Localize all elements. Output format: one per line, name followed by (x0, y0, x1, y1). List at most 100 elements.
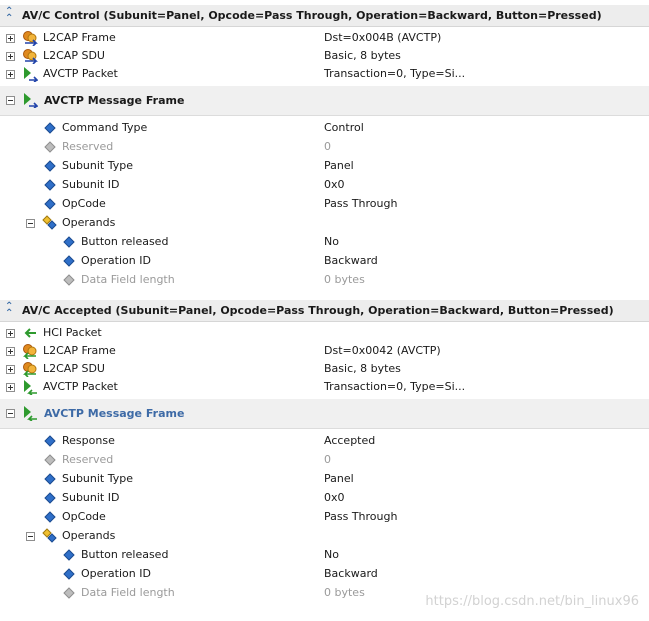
collapse-chevron-icon[interactable]: ⌃ ⌃ (5, 7, 17, 24)
field-value: 0x0 (324, 178, 345, 191)
avctp-frame-icon (24, 406, 37, 421)
operand-row-button-released[interactable]: Button released No (0, 546, 649, 565)
operands-label: Operands (62, 216, 116, 229)
field-row-response[interactable]: Response Accepted (0, 432, 649, 451)
layer-label: L2CAP SDU (43, 49, 105, 62)
field-diamond-icon (44, 160, 56, 172)
layer-label: AVCTP Packet (43, 67, 118, 80)
field-diamond-grey-icon (44, 141, 56, 153)
expand-icon[interactable] (6, 347, 15, 356)
operands-label: Operands (62, 529, 116, 542)
collapse-icon[interactable] (26, 219, 35, 228)
expand-icon[interactable] (6, 365, 15, 374)
packet-title: AV/C Control (Subunit=Panel, Opcode=Pass… (22, 9, 602, 22)
field-diamond-icon (44, 492, 56, 504)
field-diamond-icon (63, 236, 75, 248)
operands-group[interactable]: Operands (0, 527, 649, 546)
layer-value: Basic, 8 bytes (324, 49, 401, 62)
operand-label: Data Field length (81, 273, 175, 286)
operand-row-operation-id[interactable]: Operation ID Backward (0, 565, 649, 584)
field-label: Subunit Type (62, 159, 134, 172)
operand-value: Backward (324, 254, 378, 267)
field-row-subunit-type[interactable]: Subunit Type Panel (0, 157, 649, 176)
operand-row-operation-id[interactable]: Operation ID Backward (0, 252, 649, 271)
collapse-icon[interactable] (6, 409, 15, 418)
layer-value: Transaction=0, Type=Si... (324, 380, 466, 393)
field-label: Subunit ID (62, 491, 120, 504)
hci-packet-icon (24, 328, 36, 338)
field-diamond-icon (63, 549, 75, 561)
field-row-subunit-id[interactable]: Subunit ID 0x0 (0, 176, 649, 195)
field-row-reserved[interactable]: Reserved 0 (0, 138, 649, 157)
tree-row-hci-packet[interactable]: HCI Packet (0, 324, 649, 343)
operand-value: Backward (324, 567, 378, 580)
operands-group[interactable]: Operands (0, 214, 649, 233)
layer-label: L2CAP Frame (43, 344, 116, 357)
collapse-icon[interactable] (6, 96, 15, 105)
packet-header-2[interactable]: ⌃ ⌃ AV/C Accepted (Subunit=Panel, Opcode=… (0, 300, 649, 322)
field-row-subunit-id[interactable]: Subunit ID 0x0 (0, 489, 649, 508)
operand-label: Button released (81, 548, 169, 561)
field-label: Reserved (62, 140, 114, 153)
tree-row-l2cap-frame[interactable]: L2CAP Frame Dst=0x004B (AVCTP) (0, 29, 649, 48)
layer-value: Dst=0x004B (AVCTP) (324, 31, 442, 44)
operands-group-icon (42, 215, 57, 230)
frame-title: AVCTP Message Frame (44, 94, 185, 107)
field-diamond-grey-icon (63, 274, 75, 286)
field-row-opcode[interactable]: OpCode Pass Through (0, 508, 649, 527)
field-row-reserved[interactable]: Reserved 0 (0, 451, 649, 470)
avctp-packet-icon (24, 67, 38, 82)
field-value: Pass Through (324, 510, 398, 523)
field-diamond-icon (63, 568, 75, 580)
field-diamond-icon (44, 511, 56, 523)
field-row-command-type[interactable]: Command Type Control (0, 119, 649, 138)
layer-label: L2CAP SDU (43, 362, 105, 375)
packet-header-1[interactable]: ⌃ ⌃ AV/C Control (Subunit=Panel, Opcode=P… (0, 5, 649, 27)
tree-row-avctp-packet[interactable]: AVCTP Packet Transaction=0, Type=Si... (0, 65, 649, 84)
field-value: Panel (324, 472, 354, 485)
operand-value: 0 bytes (324, 273, 365, 286)
layer-value: Transaction=0, Type=Si... (324, 67, 466, 80)
frame-title: AVCTP Message Frame (44, 407, 185, 420)
operand-value: 0 bytes (324, 586, 365, 599)
layer-label: HCI Packet (43, 326, 102, 339)
layer-label: AVCTP Packet (43, 380, 118, 393)
operand-row-data-field-length[interactable]: Data Field length 0 bytes (0, 271, 649, 290)
field-row-subunit-type[interactable]: Subunit Type Panel (0, 470, 649, 489)
collapse-chevron-icon[interactable]: ⌃ ⌃ (5, 302, 17, 319)
l2cap-frame-icon (23, 344, 37, 359)
tree-row-l2cap-sdu[interactable]: L2CAP SDU Basic, 8 bytes (0, 360, 649, 379)
tree-row-l2cap-sdu[interactable]: L2CAP SDU Basic, 8 bytes (0, 47, 649, 66)
field-label: Command Type (62, 121, 148, 134)
operand-value: No (324, 548, 339, 561)
l2cap-sdu-icon (23, 49, 38, 64)
expand-icon[interactable] (6, 329, 15, 338)
field-row-opcode[interactable]: OpCode Pass Through (0, 195, 649, 214)
collapse-icon[interactable] (26, 532, 35, 541)
operand-value: No (324, 235, 339, 248)
frame-header-1[interactable]: AVCTP Message Frame (0, 86, 649, 116)
watermark-text: https://blog.csdn.net/bin_linux96 (425, 594, 639, 609)
field-diamond-icon (44, 435, 56, 447)
field-value: 0 (324, 453, 331, 466)
field-label: OpCode (62, 510, 106, 523)
operand-row-button-released[interactable]: Button released No (0, 233, 649, 252)
field-diamond-icon (44, 179, 56, 191)
tree-row-l2cap-frame[interactable]: L2CAP Frame Dst=0x0042 (AVCTP) (0, 342, 649, 361)
field-label: OpCode (62, 197, 106, 210)
expand-icon[interactable] (6, 52, 15, 61)
l2cap-sdu-icon (23, 362, 37, 377)
frame-header-2[interactable]: AVCTP Message Frame (0, 399, 649, 429)
field-diamond-grey-icon (44, 454, 56, 466)
field-diamond-icon (44, 198, 56, 210)
operand-label: Operation ID (81, 567, 151, 580)
field-label: Subunit ID (62, 178, 120, 191)
expand-icon[interactable] (6, 34, 15, 43)
field-diamond-icon (44, 122, 56, 134)
field-label: Response (62, 434, 115, 447)
tree-row-avctp-packet[interactable]: AVCTP Packet Transaction=0, Type=Si... (0, 378, 649, 397)
expand-icon[interactable] (6, 383, 15, 392)
expand-icon[interactable] (6, 70, 15, 79)
packet-title: AV/C Accepted (Subunit=Panel, Opcode=Pas… (22, 304, 614, 317)
field-label: Subunit Type (62, 472, 134, 485)
